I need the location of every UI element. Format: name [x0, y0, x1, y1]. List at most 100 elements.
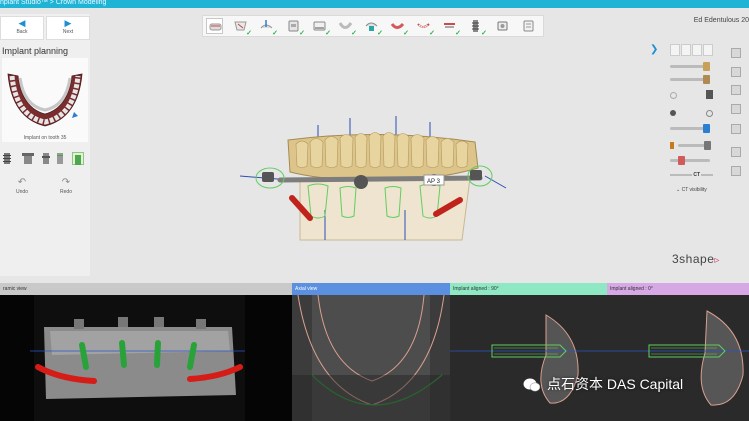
jaw-thumbnail[interactable]	[2, 58, 88, 142]
view-tab-2[interactable]	[681, 44, 691, 56]
teeth-tool-button[interactable]: ✓	[415, 18, 435, 37]
bar-color-icon	[670, 142, 674, 149]
side-view-icon[interactable]	[731, 85, 741, 95]
ct-label: CT	[693, 172, 701, 178]
side-view-icon[interactable]	[731, 48, 741, 58]
done-check-icon: ✓	[325, 30, 331, 37]
screw-icon[interactable]	[55, 152, 65, 165]
screw-tool-button[interactable]	[520, 18, 537, 34]
ct-row: CT	[670, 172, 714, 178]
app-title: nplant Studio™ > Crown Modeling	[0, 0, 107, 6]
scan-tool-button[interactable]	[206, 18, 223, 34]
back-arrow-icon: ◀	[18, 18, 26, 28]
case-name: Ed Edentulous 20	[693, 17, 749, 24]
wechat-icon	[523, 378, 541, 392]
aligned-90-view-header[interactable]: Implant aligned : 90°	[450, 283, 607, 295]
opacity-slider-3[interactable]	[670, 124, 710, 133]
opacity-slider-1[interactable]	[670, 62, 710, 71]
crown-tool-button[interactable]: ✓	[337, 18, 357, 37]
side-view-icon[interactable]	[731, 67, 741, 77]
bar-tool-button[interactable]: ✓	[441, 18, 461, 37]
opacity-slider-5[interactable]	[670, 156, 710, 165]
abutment-tool-button[interactable]	[494, 18, 511, 34]
next-arrow-icon: ▶	[64, 18, 72, 28]
side-view-icon[interactable]	[731, 104, 741, 114]
axial-view-title: Axial view	[295, 286, 318, 292]
insertion-tool-button[interactable]: ✓	[258, 18, 278, 37]
aligned-90-view[interactable]	[450, 295, 607, 421]
next-label: Next	[62, 29, 74, 35]
slider-knob[interactable]	[703, 75, 710, 84]
ct-visibility-label: CT visibility	[681, 187, 707, 193]
panoramic-ct-image	[0, 295, 292, 421]
slider-knob[interactable]	[704, 141, 711, 150]
abutment-icon[interactable]	[41, 152, 51, 165]
chevron-down-icon: ⌄	[676, 187, 681, 193]
done-check-icon: ✓	[429, 30, 435, 37]
prep-tool-button[interactable]: ✓	[232, 18, 252, 37]
aligned-0-ct-image	[607, 295, 749, 421]
left-panel: ◀ Back ▶ Next Implant planning Implant o…	[0, 14, 90, 276]
title-bar: nplant Studio™ > Crown Modeling	[0, 0, 749, 8]
redo-icon: ↷	[61, 177, 71, 188]
done-check-icon: ✓	[351, 30, 357, 37]
abutment-tool-icon	[497, 21, 508, 31]
panoramic-view-header[interactable]: ramic view	[0, 283, 292, 295]
visibility-toggle[interactable]	[670, 110, 676, 116]
side-view-icon[interactable]	[731, 124, 741, 134]
view-tab-4[interactable]	[703, 44, 713, 56]
implant-tool-button[interactable]: ✓	[467, 18, 487, 37]
aligned-90-ct-image	[450, 295, 607, 421]
done-check-icon: ✓	[299, 30, 305, 37]
redo-button[interactable]: ↷ Redo	[44, 177, 88, 195]
watermark-text: 点石资本 DAS Capital	[547, 376, 684, 392]
jaw-caption: Implant on tooth 35	[23, 135, 67, 141]
slider-knob[interactable]	[703, 62, 710, 71]
aligned-0-view-title: Implant aligned : 0°	[610, 286, 653, 292]
ct-visibility-toggle[interactable]: ⌄ CT visibility	[676, 187, 707, 193]
jaw-icon	[7, 73, 83, 127]
collapse-chevron-icon[interactable]: ❯	[650, 44, 658, 55]
visibility-toggle[interactable]	[706, 110, 713, 117]
gingiva-tool-button[interactable]: ✓	[311, 18, 331, 37]
3d-model-viewport[interactable]: AP 3	[230, 100, 510, 250]
done-check-icon: ✓	[403, 30, 409, 37]
redo-label: Redo	[60, 189, 72, 195]
ct-slider-end[interactable]	[701, 173, 714, 176]
slider-knob[interactable]	[678, 156, 685, 165]
axial-view-header[interactable]: Axial view	[292, 283, 450, 295]
opacity-slider-2[interactable]	[670, 75, 710, 84]
aligned-0-view[interactable]	[607, 295, 749, 421]
done-check-icon: ✓	[455, 30, 461, 37]
ct-slider[interactable]	[670, 173, 692, 176]
panoramic-view[interactable]	[0, 295, 292, 421]
undo-button[interactable]: ↶ Undo	[0, 177, 44, 195]
view-tab-3[interactable]	[692, 44, 702, 56]
undo-label: Undo	[16, 189, 28, 195]
next-button[interactable]: ▶ Next	[46, 16, 90, 40]
implant-visibility-icon[interactable]	[706, 90, 713, 99]
opacity-slider-4[interactable]	[678, 141, 711, 150]
axial-view[interactable]	[292, 295, 450, 421]
sleeve-icon[interactable]	[21, 152, 35, 165]
model-tool-button[interactable]: ✓	[285, 18, 305, 37]
undo-icon: ↶	[17, 177, 27, 188]
arch-tool-button[interactable]: ✓	[363, 18, 383, 37]
logo-triangle-icon: ▹	[714, 255, 720, 266]
back-button[interactable]: ◀ Back	[0, 16, 44, 40]
aligned-0-view-header[interactable]: Implant aligned : 0°	[607, 283, 749, 295]
workflow-toolbar: ✓ ✓ ✓ ✓ ✓ ✓ ✓ ✓ ✓ ✓	[202, 15, 544, 37]
slider-knob[interactable]	[703, 124, 710, 133]
implant-icon[interactable]	[2, 152, 12, 165]
side-view-icon[interactable]	[731, 147, 741, 157]
green-implant-icon[interactable]	[72, 152, 84, 165]
done-check-icon: ✓	[377, 30, 383, 37]
back-label: Back	[16, 29, 28, 35]
side-view-icon[interactable]	[731, 166, 741, 176]
screw-tool-icon	[523, 20, 534, 32]
gum-tool-button[interactable]: ✓	[389, 18, 409, 37]
aligned-90-view-title: Implant aligned : 90°	[453, 286, 499, 292]
visibility-toggle[interactable]	[670, 92, 677, 99]
view-tab-1[interactable]	[670, 44, 680, 56]
logo-text: 3shape	[672, 252, 715, 266]
